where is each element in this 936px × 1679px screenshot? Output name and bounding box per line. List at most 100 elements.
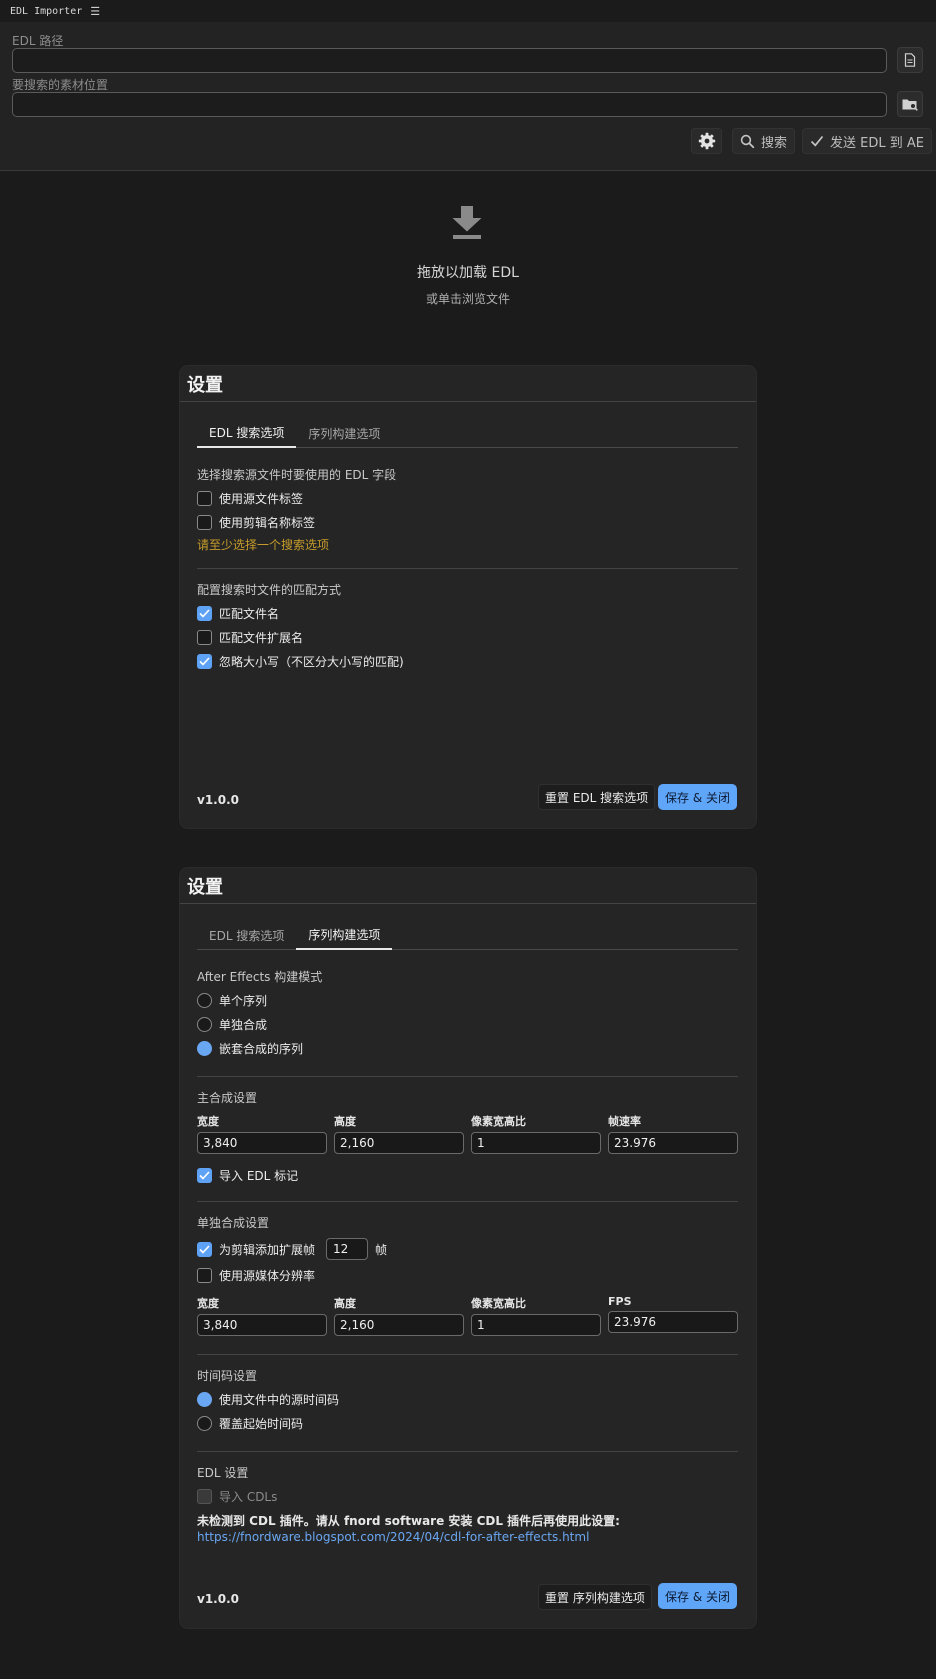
- settings-tabs: EDL 搜索选项 序列构建选项: [197, 920, 738, 950]
- main-height-label: 高度: [334, 1115, 356, 1128]
- drop-zone[interactable]: 拖放以加载 EDL 或单击浏览文件: [0, 200, 936, 307]
- override-start-timecode-option[interactable]: 覆盖起始时间码: [197, 1415, 303, 1432]
- main-height-input[interactable]: 2,160: [334, 1132, 464, 1154]
- ignore-case-checkbox[interactable]: [197, 654, 212, 669]
- main-pixel-aspect-input[interactable]: 1: [471, 1132, 601, 1154]
- add-handles-option[interactable]: 为剪辑添加扩展帧 12 帧: [197, 1238, 387, 1260]
- mode-single-sequence-option[interactable]: 单个序列: [197, 992, 267, 1009]
- import-cdls-label: 导入 CDLs: [219, 1490, 278, 1504]
- single-pixel-aspect-input[interactable]: 1: [471, 1314, 601, 1336]
- single-width-input[interactable]: 3,840: [197, 1314, 327, 1336]
- drop-zone-subtitle: 或单击浏览文件: [425, 292, 510, 306]
- check-icon: [199, 657, 210, 666]
- add-handles-checkbox[interactable]: [197, 1241, 212, 1257]
- mode-single-sequence-label: 单个序列: [219, 994, 268, 1008]
- matching-section-label: 配置搜索时文件的匹配方式: [197, 583, 342, 597]
- reset-search-options-button[interactable]: 重置 EDL 搜索选项: [538, 784, 656, 810]
- use-clip-name-tag-checkbox[interactable]: [197, 515, 212, 530]
- main-frame-rate-input[interactable]: 23.976: [608, 1132, 738, 1154]
- check-icon: [199, 609, 210, 618]
- mode-nested-comps-radio[interactable]: [197, 1041, 212, 1056]
- single-width-label: 宽度: [197, 1297, 219, 1310]
- import-cdls-option[interactable]: 导入 CDLs: [197, 1488, 277, 1505]
- override-start-timecode-radio[interactable]: [197, 1416, 212, 1431]
- use-source-resolution-option[interactable]: 使用源媒体分辨率: [197, 1267, 315, 1284]
- settings-panel-search: 设置 EDL 搜索选项 序列构建选项 选择搜索源文件时要使用的 EDL 字段 使…: [180, 366, 756, 828]
- use-clip-name-tag-option[interactable]: 使用剪辑名称标签: [197, 514, 315, 531]
- cdl-plugin-note: 未检测到 CDL 插件。请从 fnord software 安装 CDL 插件后…: [197, 1514, 620, 1528]
- gear-icon: [698, 132, 715, 150]
- individual-comp-fields: 宽度 3,840 高度 2,160 像素宽高比 1 FPS 23.976: [197, 1295, 738, 1336]
- tab-sequence-build-options[interactable]: 序列构建选项: [296, 920, 393, 950]
- ignore-case-label: 忽略大小写（不区分大小写的匹配): [219, 655, 404, 669]
- single-width-group: 宽度 3,840: [197, 1295, 327, 1336]
- import-cdls-checkbox[interactable]: [197, 1489, 212, 1504]
- match-file-name-checkbox[interactable]: [197, 606, 212, 621]
- hamburger-menu-icon[interactable]: ☰: [90, 5, 100, 18]
- tab-edl-search-options[interactable]: EDL 搜索选项: [197, 418, 297, 448]
- main-width-input[interactable]: 3,840: [197, 1132, 327, 1154]
- save-close-button[interactable]: 保存 & 关闭: [658, 1583, 737, 1609]
- settings-panel-sequence: 设置 EDL 搜索选项 序列构建选项 After Effects 构建模式 单个…: [180, 868, 756, 1628]
- tab-sequence-build-options[interactable]: 序列构建选项: [296, 418, 392, 448]
- reset-sequence-options-button[interactable]: 重置 序列构建选项: [538, 1584, 652, 1610]
- search-location-input[interactable]: [12, 92, 887, 117]
- single-fps-group: FPS 23.976: [608, 1295, 738, 1336]
- mode-single-sequence-radio[interactable]: [197, 993, 212, 1008]
- send-to-ae-label: 发送 EDL 到 AE: [830, 135, 924, 151]
- match-file-extension-option[interactable]: 匹配文件扩展名: [197, 629, 303, 646]
- edl-fields-section-label: 选择搜索源文件时要使用的 EDL 字段: [197, 468, 397, 482]
- use-source-resolution-label: 使用源媒体分辨率: [219, 1269, 316, 1283]
- mode-nested-comps-option[interactable]: 嵌套合成的序列: [197, 1040, 303, 1057]
- app-title: EDL Importer: [10, 5, 83, 17]
- use-source-resolution-checkbox[interactable]: [197, 1268, 212, 1283]
- save-close-button[interactable]: 保存 & 关闭: [658, 784, 737, 810]
- match-file-extension-label: 匹配文件扩展名: [219, 631, 304, 645]
- edl-path-input[interactable]: [12, 48, 887, 73]
- settings-button[interactable]: [691, 128, 722, 154]
- handle-frames-unit: 帧: [375, 1242, 388, 1257]
- single-fps-input[interactable]: 23.976: [608, 1311, 738, 1333]
- browse-folder-button[interactable]: [897, 91, 923, 117]
- document-icon: [904, 53, 916, 67]
- mode-individual-comps-radio[interactable]: [197, 1017, 212, 1032]
- main-comp-fields: 宽度 3,840 高度 2,160 像素宽高比 1 帧速率 23.976: [197, 1113, 738, 1154]
- add-handles-label: 为剪辑添加扩展帧: [219, 1242, 316, 1257]
- tab-edl-search-options[interactable]: EDL 搜索选项: [197, 920, 296, 950]
- main-comp-settings-label: 主合成设置: [197, 1091, 258, 1105]
- individual-comp-settings-label: 单独合成设置: [197, 1216, 270, 1230]
- send-to-ae-button[interactable]: 发送 EDL 到 AE: [802, 128, 932, 154]
- use-source-timecode-radio[interactable]: [197, 1392, 212, 1407]
- main-width-label: 宽度: [197, 1115, 219, 1128]
- use-source-timecode-option[interactable]: 使用文件中的源时间码: [197, 1391, 339, 1408]
- single-height-input[interactable]: 2,160: [334, 1314, 464, 1336]
- version-label: v1.0.0: [197, 793, 239, 807]
- cdl-plugin-link[interactable]: https://fnordware.blogspot.com/2024/04/c…: [197, 1530, 589, 1544]
- use-source-file-tag-option[interactable]: 使用源文件标签: [197, 490, 303, 507]
- handle-frames-input[interactable]: 12: [326, 1238, 369, 1260]
- import-edl-markers-label: 导入 EDL 标记: [219, 1169, 299, 1183]
- ignore-case-option[interactable]: 忽略大小写（不区分大小写的匹配): [197, 653, 404, 670]
- use-source-file-tag-label: 使用源文件标签: [219, 492, 304, 506]
- title-bar: EDL Importer ☰: [0, 0, 936, 22]
- checkmark-icon: [810, 135, 824, 147]
- edl-path-label: EDL 路径: [12, 34, 64, 48]
- panel-title: 设置: [180, 366, 756, 402]
- timecode-settings-label: 时间码设置: [197, 1369, 258, 1383]
- search-location-label: 要搜索的素材位置: [12, 78, 109, 92]
- search-button[interactable]: 搜索: [732, 128, 796, 154]
- check-icon: [199, 1171, 210, 1180]
- use-source-file-tag-checkbox[interactable]: [197, 491, 212, 506]
- import-edl-markers-checkbox[interactable]: [197, 1168, 212, 1183]
- main-pixel-aspect-label: 像素宽高比: [471, 1115, 526, 1128]
- match-file-extension-checkbox[interactable]: [197, 630, 212, 645]
- use-clip-name-tag-label: 使用剪辑名称标签: [219, 516, 316, 530]
- search-icon: [740, 134, 755, 148]
- panel-title: 设置: [180, 868, 756, 904]
- match-file-name-option[interactable]: 匹配文件名: [197, 605, 279, 622]
- import-edl-markers-option[interactable]: 导入 EDL 标记: [197, 1167, 298, 1184]
- build-mode-label: After Effects 构建模式: [197, 970, 323, 984]
- mode-individual-comps-option[interactable]: 单独合成: [197, 1016, 267, 1033]
- browse-file-button[interactable]: [897, 47, 923, 73]
- folder-search-icon: [902, 99, 918, 111]
